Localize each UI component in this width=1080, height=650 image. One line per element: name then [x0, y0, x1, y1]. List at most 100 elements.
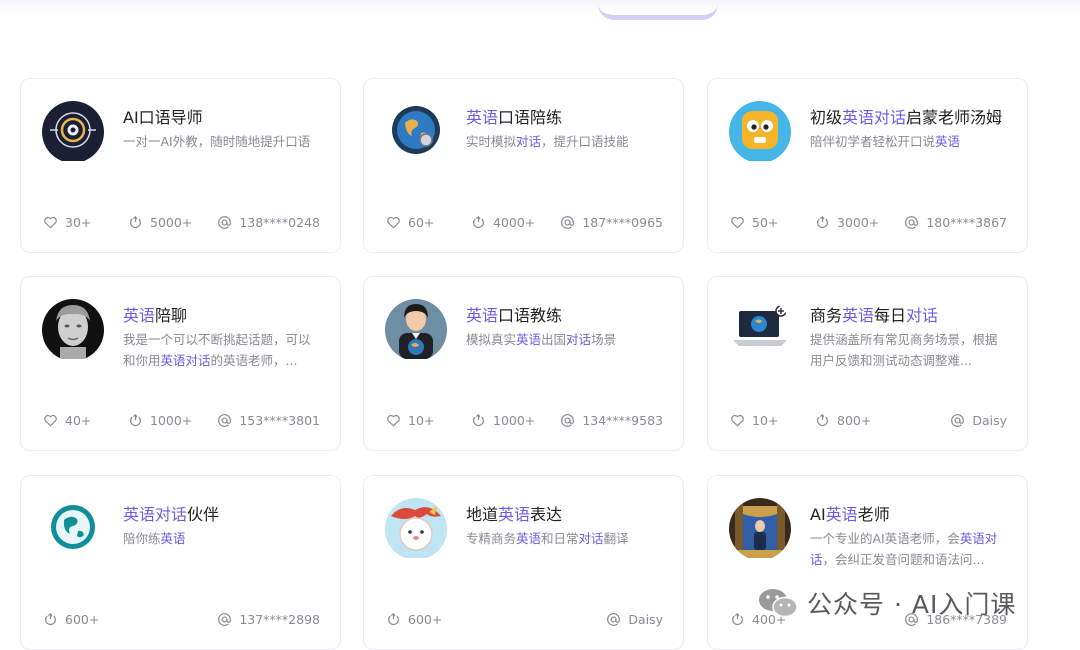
title-segment: 英语: [123, 306, 156, 325]
author: 138****0248: [217, 215, 320, 230]
agent-avatar: [385, 101, 447, 163]
like-count[interactable]: 10+: [386, 413, 434, 428]
agent-card[interactable]: 英语口语教练模拟真实英语出国对话场景 10+ 1000+ 134****9583: [363, 276, 684, 451]
agent-stats: 600+ 137****2898: [41, 612, 320, 630]
usage-count-value: 1000+: [150, 413, 193, 428]
agent-title[interactable]: 英语口语教练: [466, 302, 562, 326]
description-segment: 英语对话: [160, 353, 211, 368]
agent-avatar: [385, 498, 447, 560]
like-count[interactable]: 40+: [43, 413, 91, 428]
agent-description: 陪你练英语: [123, 528, 321, 549]
description-segment: 场景: [591, 332, 617, 347]
at-icon: [561, 216, 575, 229]
agent-card[interactable]: 英语陪聊 我是一个可以不断挑起话题，可以和你用英语对话的英语老师，... 40+ 10…: [20, 276, 341, 451]
agent-title[interactable]: 英语口语陪练: [466, 104, 562, 128]
agent-card[interactable]: 英语口语陪练 实时模拟对话，提升口语技能 60+ 4000+ 187****0965: [363, 78, 684, 253]
usage-count: 1000+: [471, 413, 535, 428]
agent-card[interactable]: 英语对话伙伴陪你练英语 600+ 137****2898: [20, 475, 341, 650]
heart-icon: [44, 216, 57, 229]
agent-card[interactable]: 地道英语表达 专精商务英语和日常对话翻译 600+ Daisy: [363, 475, 684, 650]
agent-avatar: [42, 101, 104, 163]
title-segment: 对话: [906, 306, 939, 325]
title-segment: 英语: [825, 505, 858, 524]
agent-title[interactable]: 英语陪聊: [123, 302, 187, 326]
heart-icon: [387, 414, 400, 427]
usage-icon: [388, 613, 399, 626]
author-value: Daisy: [628, 612, 663, 627]
at-icon: [607, 613, 621, 626]
teacher-icon: [385, 299, 447, 361]
usage-icon: [130, 414, 141, 427]
agent-description: 一对一AI外教，随时随地提升口语: [123, 131, 321, 152]
agent-stats: 30+ 5000+ 138****0248: [41, 215, 320, 233]
author-value: 134****9583: [582, 413, 663, 428]
agent-card[interactable]: 初级英语对话启蒙老师汤姆 陪伴初学者轻松开口说英语 50+ 3000+ 180****3…: [707, 78, 1028, 253]
title-segment: 每日: [874, 306, 907, 325]
agent-avatar: [729, 101, 791, 163]
like-count-value: 60+: [408, 215, 435, 230]
title-segment: 老师: [857, 505, 890, 524]
description-segment: 的英语老师，...: [210, 353, 298, 368]
title-segment: 口语教练: [498, 306, 563, 325]
at-icon: [218, 613, 232, 626]
like-count[interactable]: 60+: [386, 215, 434, 230]
like-count[interactable]: 30+: [43, 215, 91, 230]
like-count-value: 50+: [752, 215, 779, 230]
robot-face-icon: [729, 101, 791, 163]
usage-icon: [817, 216, 828, 229]
title-segment: 表达: [530, 505, 563, 524]
usage-count: 5000+: [128, 215, 192, 230]
title-segment: 口语陪练: [498, 108, 563, 127]
description-segment: 翻译: [603, 531, 629, 546]
usage-icon: [473, 414, 484, 427]
agent-title[interactable]: 英语对话伙伴: [123, 501, 219, 525]
usage-count-value: 600+: [408, 612, 443, 627]
agent-description: 提供涵盖所有常见商务场景，根据用户反馈和测试动态调整难...: [810, 329, 1008, 371]
agent-title[interactable]: 地道英语表达: [466, 501, 562, 525]
stage-icon: [729, 498, 791, 560]
description-segment: 出国: [541, 332, 567, 347]
title-segment: 商务: [810, 306, 843, 325]
description-segment: 陪伴初学者轻松开口说: [810, 134, 936, 149]
watermark: 公众号 · AI入门课: [757, 585, 1016, 621]
heart-icon: [731, 414, 744, 427]
like-count-value: 40+: [65, 413, 92, 428]
at-icon: [218, 414, 232, 427]
agent-description: 模拟真实英语出国对话场景: [466, 329, 664, 350]
author: 153****3801: [217, 413, 320, 428]
agent-card[interactable]: 商务英语每日对话提供涵盖所有常见商务场景，根据用户反馈和测试动态调整难... 10…: [707, 276, 1028, 451]
author: 180****3867: [904, 215, 1007, 230]
agent-card[interactable]: AI口语导师一对一AI外教，随时随地提升口语 30+ 5000+ 138****024…: [20, 78, 341, 253]
usage-icon: [45, 613, 56, 626]
agent-title[interactable]: AI口语导师: [123, 104, 203, 128]
description-segment: 对话: [578, 531, 604, 546]
agent-title[interactable]: 初级英语对话启蒙老师汤姆: [810, 104, 1002, 128]
agent-avatar: [42, 299, 104, 361]
description-segment: 对话: [516, 134, 542, 149]
title-segment: 英语对话: [842, 108, 907, 127]
like-count-value: 30+: [65, 215, 92, 230]
like-count[interactable]: 50+: [730, 215, 778, 230]
agent-title[interactable]: AI英语老师: [810, 501, 890, 525]
author: 134****9583: [560, 413, 663, 428]
agent-card[interactable]: AI英语老师 一个专业的AI英语老师，会英语对话，会纠正发音问题和语法问... 40…: [707, 475, 1028, 650]
title-segment: 伙伴: [187, 505, 220, 524]
globe-icon: [385, 101, 447, 163]
usage-count-value: 4000+: [493, 215, 536, 230]
agent-title[interactable]: 商务英语每日对话: [810, 302, 938, 326]
description-segment: 英语: [516, 531, 542, 546]
at-icon: [905, 216, 919, 229]
author-value: 138****0248: [239, 215, 320, 230]
author-value: 187****0965: [582, 215, 663, 230]
agent-stats: 40+ 1000+ 153****3801: [41, 413, 320, 431]
agent-avatar: [42, 498, 104, 560]
top-background: [0, 0, 1080, 14]
author: Daisy: [950, 413, 1007, 428]
title-segment: 英语: [498, 505, 531, 524]
author: Daisy: [606, 612, 663, 627]
agent-avatar: [729, 299, 791, 361]
like-count[interactable]: 10+: [730, 413, 778, 428]
title-segment: 英语: [466, 306, 499, 325]
laptop-icon: [729, 299, 791, 361]
usage-count: 1000+: [128, 413, 192, 428]
